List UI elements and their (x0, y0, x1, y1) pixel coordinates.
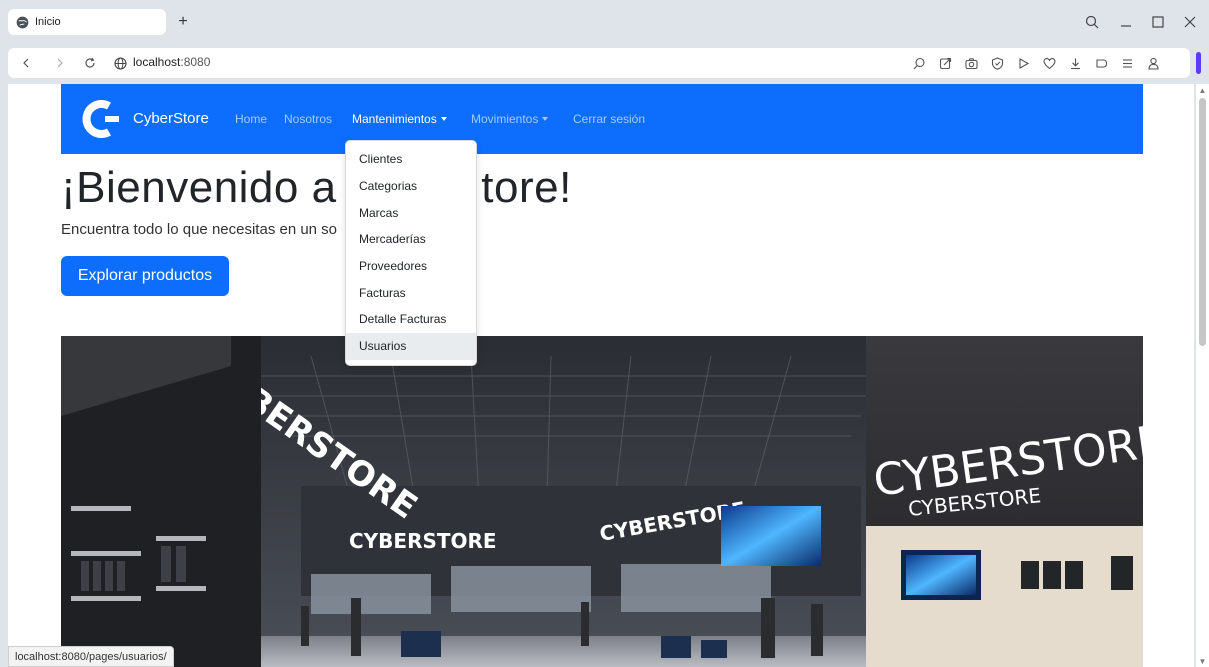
search-icon[interactable] (910, 54, 928, 72)
page-viewport: CyberStore Home Nosotros Mantenimientos … (8, 84, 1194, 667)
globe-icon (16, 16, 29, 28)
store-sign: CYBERSTORE (349, 529, 497, 553)
maximize-icon[interactable] (1144, 8, 1172, 36)
camera-icon[interactable] (962, 54, 980, 72)
sidebar-icon[interactable] (1092, 54, 1110, 72)
dropdown-item-categorias[interactable]: Categorias (346, 173, 476, 200)
chevron-down-icon (542, 117, 549, 121)
download-icon[interactable] (1066, 54, 1084, 72)
status-url: localhost:8080/pages/usuarios/ (8, 646, 174, 667)
page-title-left: ¡Bienvenido a (61, 163, 350, 212)
page-title: ¡Bienvenido a tore! (61, 163, 572, 213)
play-icon[interactable] (1014, 54, 1032, 72)
nav-nosotros[interactable]: Nosotros (284, 112, 332, 126)
site-info-icon[interactable] (110, 53, 130, 73)
store-image: CYBERSTORE CYBERSTORE CYBERSTORE CYBERST… (61, 336, 1143, 667)
share-icon[interactable] (936, 54, 954, 72)
shield-icon[interactable] (988, 54, 1006, 72)
dropdown-item-facturas[interactable]: Facturas (346, 279, 476, 306)
site-navbar: CyberStore Home Nosotros Mantenimientos … (61, 84, 1143, 154)
dropdown-item-proveedores[interactable]: Proveedores (346, 253, 476, 280)
tab-title: Inicio (35, 16, 61, 28)
page-scrollbar[interactable]: ▲ ▼ (1196, 84, 1209, 667)
browser-toolbar: localhost:8080 (0, 44, 1209, 82)
url-host: localhost (133, 55, 181, 69)
dropdown-item-clientes[interactable]: Clientes (346, 146, 476, 173)
scroll-down-icon[interactable]: ▼ (1196, 655, 1209, 667)
dropdown-item-detalle-facturas[interactable]: Detalle Facturas (346, 306, 476, 333)
scroll-thumb[interactable] (1199, 98, 1206, 346)
search-tabs-icon[interactable] (1078, 8, 1106, 36)
url-port: :8080 (180, 55, 211, 69)
brand-name[interactable]: CyberStore (133, 110, 209, 127)
heart-icon[interactable] (1040, 54, 1058, 72)
nav-logout[interactable]: Cerrar sesión (573, 112, 645, 126)
page-title-right: tore! (481, 163, 572, 212)
new-tab-button[interactable]: + (174, 9, 192, 35)
back-icon[interactable] (16, 53, 36, 73)
nav-movimientos-label: Movimientos (471, 112, 539, 126)
dropdown-item-mercaderias[interactable]: Mercaderías (346, 226, 476, 253)
extension-indicator (1196, 52, 1201, 74)
close-icon[interactable] (1176, 8, 1204, 36)
address-bar[interactable]: localhost:8080 (8, 48, 1190, 78)
nav-mantenimientos-label: Mantenimientos (352, 112, 437, 126)
menu-icon[interactable] (1118, 54, 1136, 72)
minimize-icon[interactable] (1112, 8, 1140, 36)
chevron-down-icon (440, 117, 447, 121)
brand-logo-icon[interactable] (77, 96, 123, 142)
forward-icon[interactable] (50, 53, 70, 73)
dropdown-item-marcas[interactable]: Marcas (346, 199, 476, 226)
nav-movimientos[interactable]: Movimientos (471, 112, 549, 126)
store-illustration: CYBERSTORE CYBERSTORE CYBERSTORE CYBERST… (61, 336, 1143, 667)
mantenimientos-dropdown: Clientes Categorias Marcas Mercaderías P… (345, 140, 477, 366)
url-text[interactable]: localhost:8080 (133, 55, 210, 69)
reload-icon[interactable] (80, 53, 100, 73)
nav-mantenimientos[interactable]: Mantenimientos (352, 112, 447, 126)
nav-home[interactable]: Home (235, 112, 267, 126)
hero-lead: Encuentra todo lo que necesitas en un so (61, 221, 338, 238)
explore-products-button[interactable]: Explorar productos (61, 256, 229, 296)
dropdown-item-usuarios[interactable]: Usuarios (346, 332, 476, 360)
profile-icon[interactable] (1144, 54, 1162, 72)
browser-tabstrip: Inicio + (0, 0, 1209, 44)
scroll-up-icon[interactable]: ▲ (1196, 84, 1209, 96)
browser-tab[interactable]: Inicio (8, 9, 166, 35)
